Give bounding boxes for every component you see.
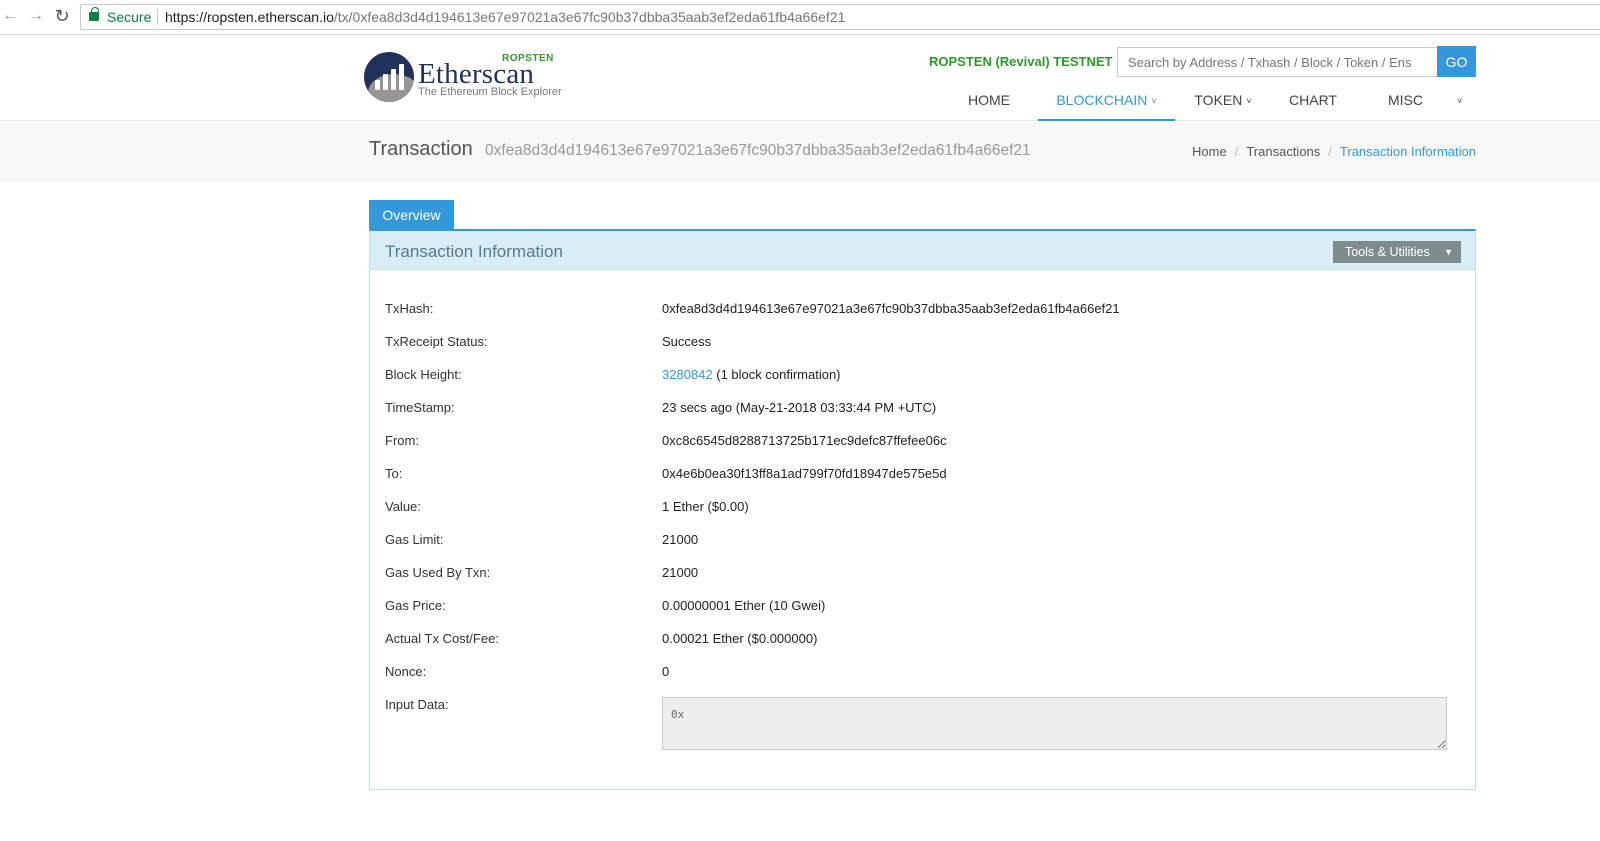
row-status: TxReceipt Status: Success [385,334,1455,354]
nav-blockchain[interactable]: BLOCKCHAIN ˅ [1038,86,1175,121]
breadcrumb-home[interactable]: Home [1192,144,1227,159]
network-label: ROPSTEN (Revival) TESTNET [929,54,1113,69]
value-amount: 1 Ether ($0.00) [662,499,749,514]
row-block-height: Block Height: 3280842 (1 block confirmat… [385,367,1455,387]
status-value: Success [662,334,712,349]
timestamp-value: 23 secs ago (May-21-2018 03:33:44 PM +UT… [662,400,937,415]
nav-home-label: HOME [968,92,1010,108]
chevron-down-icon: ˅ [1246,96,1252,106]
panel-title: Transaction Information [385,242,563,261]
page-title: Transaction [369,138,473,160]
search-input[interactable] [1117,47,1437,77]
to-label: To: [385,466,403,481]
input-data-textarea[interactable]: 0x [662,697,1447,750]
breadcrumb-transactions[interactable]: Transactions [1246,144,1320,159]
txhash-value: 0xfea8d3d4d194613e67e97021a3e67fc90b37db… [662,301,1120,316]
browser-toolbar: ← → ↻ Secure https://ropsten.etherscan.i… [0,0,1600,35]
logo-bars [375,64,405,90]
back-arrow-icon[interactable]: ← [0,6,20,26]
tools-utilities-button[interactable]: Tools & Utilities ▼ [1333,241,1461,263]
timestamp-label: TimeStamp: [385,400,455,415]
from-address-link[interactable]: 0xc8c6545d8288713725b171ec9defc87ffefee0… [662,433,947,448]
breadcrumb-current: Transaction Information [1339,144,1476,159]
row-nonce: Nonce: 0 [385,664,1455,684]
row-fee: Actual Tx Cost/Fee: 0.00021 Ether ($0.00… [385,631,1455,651]
row-gas-price: Gas Price: 0.00000001 Ether (10 Gwei) [385,598,1455,618]
logo-emblem-icon [364,52,414,102]
fee-value: 0.00021 Ether ($0.000000) [662,631,818,646]
search-go-button[interactable]: GO [1437,46,1476,77]
nav-blockchain-label: BLOCKCHAIN [1056,92,1148,108]
breadcrumb-separator: / [1234,144,1239,159]
gas-limit-value: 21000 [662,532,699,547]
row-timestamp: TimeStamp: 23 secs ago (May-21-2018 03:3… [385,400,1455,420]
row-gas-limit: Gas Limit: 21000 [385,532,1455,552]
url-host: https://ropsten.etherscan.io [165,9,334,25]
gas-limit-label: Gas Limit: [385,532,444,547]
secure-label: Secure [107,9,152,25]
nonce-label: Nonce: [385,664,427,679]
from-label: From: [385,433,419,448]
logo-tagline: The Ethereum Block Explorer [418,86,562,98]
row-txhash: TxHash: 0xfea8d3d4d194613e67e97021a3e67f… [385,301,1455,321]
page-title-band: Transaction 0xfea8d3d4d194613e67e97021a3… [0,122,1600,181]
row-value: Value: 1 Ether ($0.00) [385,499,1455,519]
row-to: To: 0x4e6b0ea30f13ff8a1ad799f70fd18947de… [385,466,1455,486]
panel-header: Transaction Information Tools & Utilitie… [370,231,1475,270]
block-height-value: 3280842 (1 block confirmation) [662,367,841,382]
reload-icon[interactable]: ↻ [52,6,72,26]
block-confirmations: (1 block confirmation) [712,367,841,382]
nonce-value: 0 [662,664,670,679]
chevron-down-icon: ˅ [1457,96,1463,106]
fee-label: Actual Tx Cost/Fee: [385,631,499,646]
row-from: From: 0xc8c6545d8288713725b171ec9defc87f… [385,433,1455,453]
nav-token[interactable]: TOKEN ˅ [1186,86,1260,121]
input-data-label: Input Data: [385,697,449,712]
nav-home[interactable]: HOME [950,86,1028,121]
breadcrumb: Home / Transactions / Transaction Informatio… [1192,144,1476,159]
page-title-hash: 0xfea8d3d4d194613e67e97021a3e67fc90b37db… [485,142,1031,159]
nav-misc-label: MISC [1388,92,1423,108]
forward-arrow-icon[interactable]: → [26,6,46,26]
breadcrumb-separator: / [1328,144,1332,159]
chevron-down-icon: ˅ [1151,96,1157,106]
url-text[interactable]: https://ropsten.etherscan.io/tx/0xfea8d3… [165,9,845,25]
value-label: Value: [385,499,421,514]
gas-price-label: Gas Price: [385,598,446,613]
row-gas-used: Gas Used By Txn: 21000 [385,565,1455,585]
nav-chart-label: CHART [1289,92,1337,108]
to-address-link[interactable]: 0x4e6b0ea30f13ff8a1ad799f70fd18947de575e… [662,466,947,481]
txhash-label: TxHash: [385,301,434,316]
gas-used-value: 21000 [662,565,699,580]
nav-chart[interactable]: CHART [1280,86,1346,121]
status-label: TxReceipt Status: [385,334,488,349]
tools-utilities-label: Tools & Utilities [1345,245,1430,259]
site-header: ROPSTEN Etherscan The Ethereum Block Exp… [0,36,1600,121]
address-bar[interactable]: Secure https://ropsten.etherscan.io/tx/0… [80,4,1600,30]
nav-token-label: TOKEN [1194,92,1243,108]
lock-icon [89,7,99,21]
block-height-label: Block Height: [385,367,462,382]
gas-price-value: 0.00000001 Ether (10 Gwei) [662,598,826,613]
address-bar-divider [157,9,158,25]
caret-down-icon: ▼ [1444,247,1453,257]
gas-used-label: Gas Used By Txn: [385,565,491,580]
transaction-panel: Transaction Information Tools & Utilitie… [369,229,1476,790]
nav-misc[interactable]: MISC ˅ [1376,86,1474,121]
block-link[interactable]: 3280842 [662,367,713,382]
etherscan-logo[interactable]: ROPSTEN Etherscan The Ethereum Block Exp… [364,52,564,107]
url-path: /tx/0xfea8d3d4d194613e67e97021a3e67fc90b… [333,9,846,25]
tab-overview[interactable]: Overview [369,200,454,230]
